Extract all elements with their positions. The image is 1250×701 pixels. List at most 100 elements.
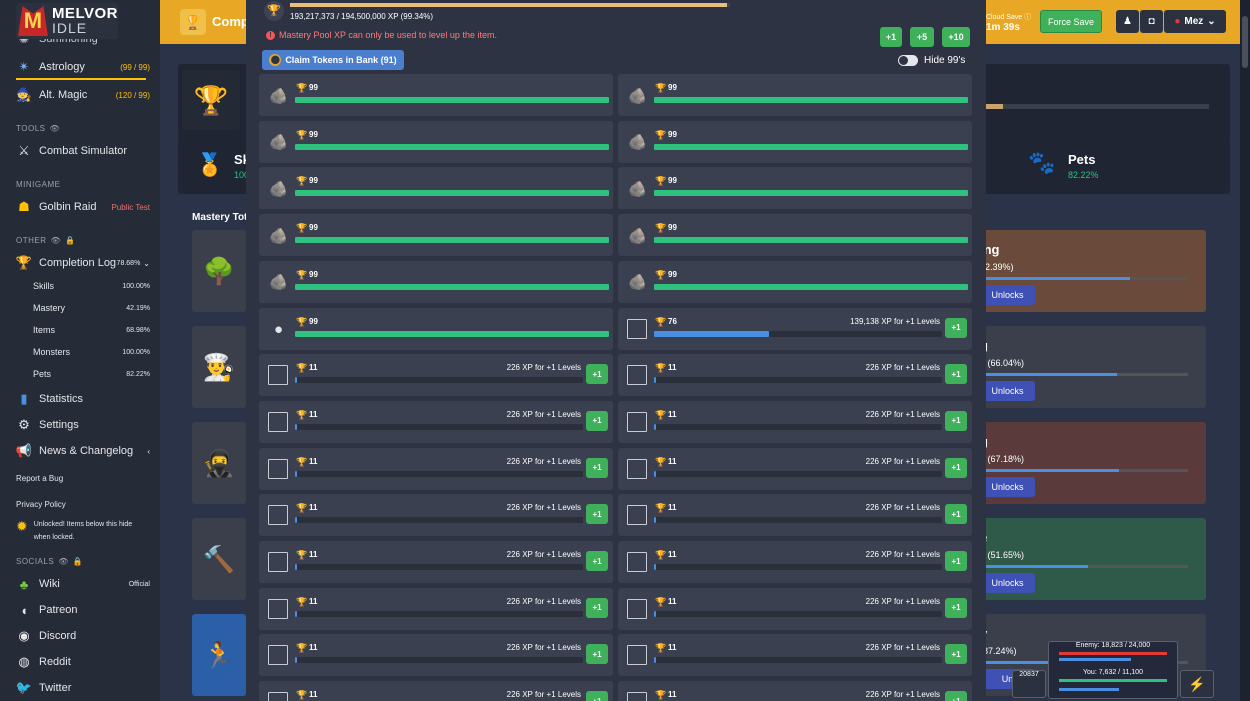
ore-icon: 🪨 xyxy=(628,180,647,198)
completion-item-skills[interactable]: Skills 100.00% xyxy=(33,278,150,294)
add-level-5-button[interactable]: +5 xyxy=(910,27,934,47)
sidebar-item-completion-log[interactable]: 🏆 Completion Log 78.68% ⌄ xyxy=(16,253,150,273)
unlocks-button[interactable]: Unlocks xyxy=(980,285,1035,305)
ore-icon: 🪨 xyxy=(269,180,288,198)
sidebar-item-reddit[interactable]: ◍ Reddit xyxy=(16,652,150,672)
add-level-button[interactable]: +1 xyxy=(945,504,967,525)
claim-tokens-button[interactable]: ⬤ Claim Tokens in Bank (91) xyxy=(262,50,404,70)
sidebar-item-combat-simulator[interactable]: ⚔ Combat Simulator xyxy=(16,141,150,161)
add-level-button[interactable]: +1 xyxy=(945,317,967,338)
add-level-button[interactable]: +1 xyxy=(945,410,967,431)
hide-99-toggle[interactable] xyxy=(898,55,918,66)
mastery-item-card: 🪨 🏆 99 xyxy=(618,260,972,303)
sidebar-item-label: Statistics xyxy=(39,393,84,405)
bag-icon[interactable]: ◘ xyxy=(1140,10,1163,33)
mastery-level: 11 xyxy=(309,503,318,513)
completion-item-percent: 42.19% xyxy=(126,304,150,312)
unlocks-button[interactable]: Unlocks xyxy=(980,381,1035,401)
sidebar-item-news[interactable]: 📢 News & Changelog ‹ xyxy=(16,441,150,461)
mastery-progress-bar xyxy=(295,423,583,430)
patreon-icon: ◖ xyxy=(20,602,28,618)
trophy-icon: 🏆 xyxy=(296,456,308,467)
unlocks-button[interactable]: Unlocks xyxy=(980,573,1035,593)
lock-icon: 🔒 xyxy=(65,236,76,245)
sidebar-item-label: Items xyxy=(33,325,56,335)
sidebar-item-wiki[interactable]: ♣ Wiki Official xyxy=(16,574,150,594)
xp-to-next-level: 226 XP for +1 Levels xyxy=(865,643,940,653)
item-slot-icon xyxy=(268,458,288,479)
add-level-button[interactable]: +1 xyxy=(586,504,608,525)
melvor-logo[interactable]: M MELVOR IDLE xyxy=(16,3,118,39)
report-bug-link[interactable]: Report a Bug xyxy=(16,472,150,485)
sidebar-item-astrology[interactable]: ✴ Astrology (99 / 99) xyxy=(16,57,150,77)
privacy-policy-link[interactable]: Privacy Policy xyxy=(16,498,150,511)
page-title: Comp xyxy=(212,14,249,29)
completion-item-items[interactable]: Items 68.98% xyxy=(33,322,150,338)
mastery-progress-bar xyxy=(654,237,968,244)
add-level-1-button[interactable]: +1 xyxy=(880,27,902,47)
mastery-item-card: 🏆11 226 XP for +1 Levels +1 xyxy=(618,681,972,701)
xp-to-next-level: 226 XP for +1 Levels xyxy=(506,550,581,559)
item-slot-icon xyxy=(268,552,288,572)
smithing-tile[interactable]: 🔨 xyxy=(192,518,246,600)
skill-card-progress xyxy=(980,469,1188,472)
add-level-button[interactable]: +1 xyxy=(945,551,967,571)
trophy-icon: 🏆 xyxy=(655,643,667,654)
completion-item-mastery[interactable]: Mastery 42.19% xyxy=(33,300,150,316)
mastery-pool-progress xyxy=(290,3,730,7)
token-icon: ⬤ xyxy=(269,54,282,66)
add-level-button[interactable]: +1 xyxy=(586,644,608,665)
sidebar-item-statistics[interactable]: ▮ Statistics xyxy=(16,389,150,409)
mastery-progress-bar xyxy=(295,657,583,664)
agility-shortcut-icon[interactable]: ⚡ xyxy=(1180,670,1214,698)
agility-tile[interactable]: 🏃 xyxy=(192,614,246,696)
trophy-icon: 🏆 xyxy=(655,129,667,140)
add-level-button[interactable]: +1 xyxy=(945,457,967,478)
sidebar-item-settings[interactable]: ⚙ Settings xyxy=(16,415,150,435)
sidebar-item-patreon[interactable]: ◖ Patreon xyxy=(16,600,150,620)
unlocks-button[interactable]: Unlocks xyxy=(980,477,1035,497)
add-level-button[interactable]: +1 xyxy=(586,551,608,571)
page-scrollbar[interactable] xyxy=(1240,0,1250,701)
user-menu-button[interactable]: ● Mez ⌄ xyxy=(1164,10,1226,33)
ore-icon: 🪨 xyxy=(269,134,288,152)
sidebar-item-golbin-raid[interactable]: ☗ Golbin Raid Public Test xyxy=(16,197,150,217)
reddit-icon: ◍ xyxy=(18,654,30,669)
thieving-tile[interactable]: 🥷 xyxy=(192,422,246,504)
add-level-button[interactable]: +1 xyxy=(945,691,967,701)
combat-level-box[interactable]: 20837 xyxy=(1012,670,1046,698)
add-level-button[interactable]: +1 xyxy=(586,410,608,431)
scrollbar-thumb[interactable] xyxy=(1242,16,1248,68)
item-slot-icon xyxy=(627,458,647,479)
woodcutting-tile[interactable]: 🌳 xyxy=(192,230,246,312)
trophy-icon: 🏆 xyxy=(655,176,667,187)
item-slot-icon xyxy=(627,365,647,386)
add-level-button[interactable]: +1 xyxy=(586,691,608,701)
item-slot-icon xyxy=(268,692,288,701)
add-level-button[interactable]: +1 xyxy=(945,644,967,665)
add-level-button[interactable]: +1 xyxy=(586,364,608,385)
xp-to-next-level: 226 XP for +1 Levels xyxy=(506,456,581,466)
sidebar-item-label: Reddit xyxy=(39,656,71,668)
completion-item-pets[interactable]: Pets 82.22% xyxy=(33,366,150,382)
ore-icon: 🪨 xyxy=(628,87,647,105)
add-level-button[interactable]: +1 xyxy=(945,597,967,618)
item-slot-icon xyxy=(268,645,288,666)
sidebar-item-alt-magic[interactable]: 🧙 Alt. Magic (120 / 99) xyxy=(16,85,150,105)
sidebar-item-discord[interactable]: ◉ Discord xyxy=(16,626,150,646)
section-header-minigame: MINIGAME xyxy=(16,180,61,189)
trophy-icon: 🏆 xyxy=(655,363,667,374)
add-level-button[interactable]: +1 xyxy=(945,364,967,385)
item-slot-icon xyxy=(268,365,288,386)
force-save-button[interactable]: Force Save xyxy=(1040,10,1102,33)
potion-icon[interactable]: ♟ xyxy=(1116,10,1139,33)
bandit-icon: 🥷 xyxy=(202,447,236,478)
add-level-button[interactable]: +1 xyxy=(586,597,608,618)
add-level-button[interactable]: +1 xyxy=(586,457,608,478)
add-level-10-button[interactable]: +10 xyxy=(942,27,970,47)
sidebar-item-twitter[interactable]: 🐦 Twitter xyxy=(16,678,150,698)
cooking-tile[interactable]: 👨‍🍳 xyxy=(192,326,246,408)
public-test-badge: Public Test xyxy=(111,202,150,212)
completion-item-monsters[interactable]: Monsters 100.00% xyxy=(33,344,150,360)
mastery-progress-bar xyxy=(295,610,583,617)
